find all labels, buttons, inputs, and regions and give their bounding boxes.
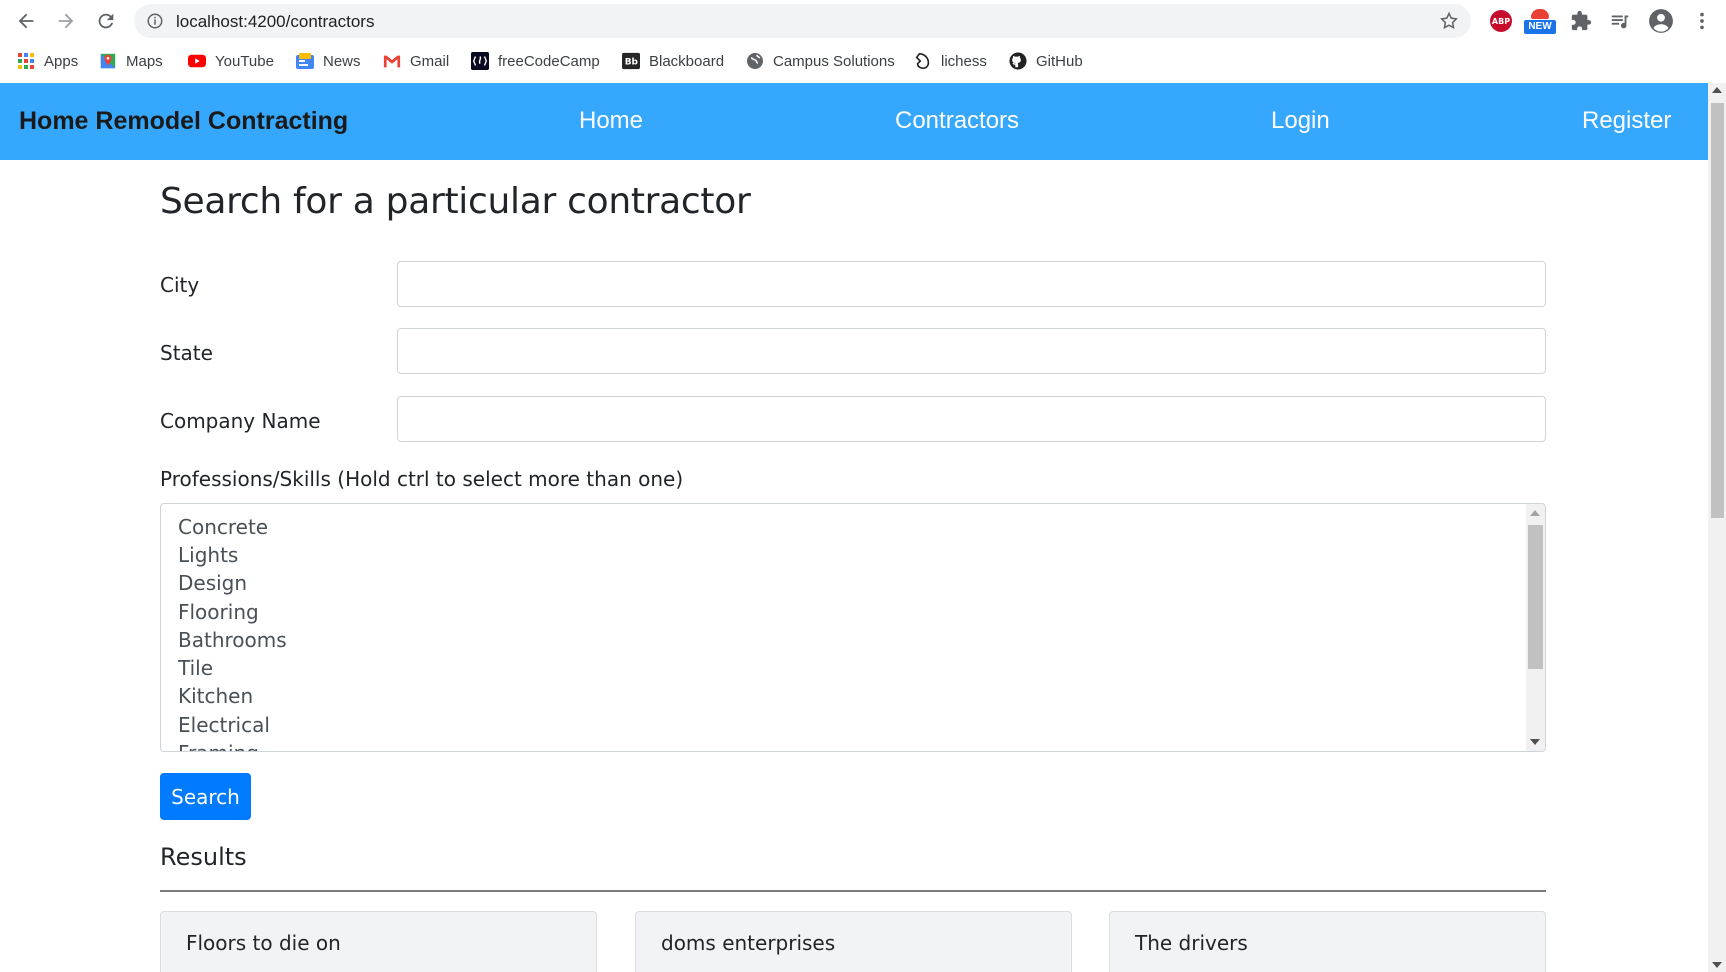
github-icon bbox=[1009, 52, 1027, 70]
bookmark-gmail[interactable]: Gmail bbox=[383, 50, 449, 72]
bookmark-github[interactable]: GitHub bbox=[1009, 50, 1083, 72]
city-input[interactable] bbox=[397, 261, 1546, 307]
nav-link-home[interactable]: Home bbox=[579, 107, 643, 135]
menu-button[interactable] bbox=[1688, 7, 1716, 35]
address-bar[interactable]: localhost:4200/contractors bbox=[134, 4, 1471, 38]
abp-icon: ABP bbox=[1490, 10, 1512, 32]
nav-link-login[interactable]: Login bbox=[1271, 107, 1330, 135]
page-viewport: Home Remodel Contracting Home Contractor… bbox=[0, 83, 1708, 972]
new-badge-icon: NEW bbox=[1524, 7, 1556, 35]
skill-option-concrete[interactable]: Concrete bbox=[178, 515, 268, 539]
bookmark-blackboard[interactable]: Bb Blackboard bbox=[622, 50, 724, 72]
bookmark-youtube[interactable]: YouTube bbox=[188, 50, 274, 72]
page-title: Search for a particular contractor bbox=[160, 181, 751, 222]
browser-toolbar: localhost:4200/contractors ABP NEW bbox=[0, 0, 1726, 42]
bookmark-freecodecamp[interactable]: freeCodeCamp bbox=[471, 50, 600, 72]
nav-link-register[interactable]: Register bbox=[1582, 107, 1671, 135]
result-card-title: Floors to die on bbox=[186, 931, 341, 955]
blackboard-icon: Bb bbox=[622, 52, 640, 70]
window-scroll-thumb[interactable] bbox=[1711, 103, 1724, 518]
skill-option-lights[interactable]: Lights bbox=[178, 543, 238, 567]
skills-multiselect[interactable]: Concrete Lights Design Flooring Bathroom… bbox=[160, 503, 1546, 752]
bookmark-lichess[interactable]: lichess bbox=[914, 50, 987, 72]
profile-button[interactable] bbox=[1647, 7, 1675, 35]
puzzle-icon bbox=[1571, 10, 1592, 31]
brand-title[interactable]: Home Remodel Contracting bbox=[19, 107, 348, 136]
back-button[interactable] bbox=[11, 6, 41, 36]
media-queue-icon bbox=[1611, 15, 1629, 29]
result-card-title: doms enterprises bbox=[661, 931, 836, 955]
result-card[interactable]: doms enterprises bbox=[635, 911, 1072, 972]
bookmarks-bar: Apps Maps YouTube News Gmail freeCodeCam… bbox=[0, 42, 1726, 80]
state-label: State bbox=[160, 341, 213, 365]
company-name-label: Company Name bbox=[160, 409, 321, 433]
lichess-icon bbox=[914, 52, 932, 70]
city-label: City bbox=[160, 273, 200, 297]
skill-option-kitchen[interactable]: Kitchen bbox=[178, 684, 253, 708]
results-heading: Results bbox=[160, 843, 247, 871]
scroll-up-arrow-icon[interactable] bbox=[1712, 87, 1722, 93]
svg-text:Bb: Bb bbox=[625, 58, 639, 68]
bookmark-star-icon[interactable] bbox=[1439, 11, 1459, 31]
listbox-scrollbar[interactable] bbox=[1526, 504, 1545, 751]
forward-button[interactable] bbox=[51, 6, 81, 36]
nav-link-contractors[interactable]: Contractors bbox=[895, 107, 1019, 135]
youtube-icon bbox=[188, 52, 206, 70]
bookmark-apps[interactable]: Apps bbox=[17, 50, 78, 72]
news-icon bbox=[296, 52, 314, 70]
adblock-extension[interactable]: ABP bbox=[1487, 7, 1515, 35]
result-card[interactable]: The drivers bbox=[1109, 911, 1546, 972]
apps-grid-icon bbox=[17, 52, 35, 70]
info-icon bbox=[147, 13, 163, 29]
bookmark-campus-solutions[interactable]: Campus Solutions bbox=[746, 50, 895, 72]
site-navbar: Home Remodel Contracting Home Contractor… bbox=[0, 83, 1708, 160]
skill-option-design[interactable]: Design bbox=[178, 571, 247, 595]
state-input[interactable] bbox=[397, 328, 1546, 374]
url-text: localhost:4200/contractors bbox=[176, 12, 375, 31]
result-card[interactable]: Floors to die on bbox=[160, 911, 597, 972]
skills-label: Professions/Skills (Hold ctrl to select … bbox=[160, 467, 684, 491]
scroll-up-arrow-icon[interactable] bbox=[1530, 510, 1540, 516]
reading-list-button[interactable] bbox=[1606, 7, 1634, 35]
search-button[interactable]: Search bbox=[160, 773, 251, 820]
scroll-down-arrow-icon[interactable] bbox=[1530, 739, 1540, 745]
scroll-down-arrow-icon[interactable] bbox=[1712, 962, 1722, 968]
account-circle-icon bbox=[1649, 9, 1673, 33]
skill-option-flooring[interactable]: Flooring bbox=[178, 600, 259, 624]
arrow-left-icon bbox=[18, 13, 34, 29]
more-vert-icon bbox=[1700, 12, 1704, 30]
maps-icon bbox=[99, 52, 117, 70]
company-name-input[interactable] bbox=[397, 396, 1546, 442]
extensions-button[interactable] bbox=[1567, 7, 1595, 35]
window-scrollbar[interactable] bbox=[1708, 83, 1726, 972]
scroll-thumb[interactable] bbox=[1528, 525, 1543, 669]
reload-icon bbox=[98, 13, 114, 29]
skill-option-framing[interactable]: Framing bbox=[178, 741, 259, 751]
reload-button[interactable] bbox=[91, 6, 121, 36]
skill-option-tile[interactable]: Tile bbox=[178, 656, 213, 680]
result-card-title: The drivers bbox=[1135, 931, 1248, 955]
results-divider bbox=[160, 890, 1546, 892]
gmail-icon bbox=[383, 52, 401, 70]
skill-option-bathrooms[interactable]: Bathrooms bbox=[178, 628, 287, 652]
arrow-right-icon bbox=[58, 13, 74, 29]
skill-option-electrical[interactable]: Electrical bbox=[178, 713, 270, 737]
bookmark-news[interactable]: News bbox=[296, 50, 361, 72]
bookmark-maps[interactable]: Maps bbox=[99, 50, 163, 72]
new-extension[interactable]: NEW bbox=[1523, 7, 1557, 35]
freecodecamp-icon bbox=[471, 52, 489, 70]
globe-icon bbox=[746, 52, 764, 70]
